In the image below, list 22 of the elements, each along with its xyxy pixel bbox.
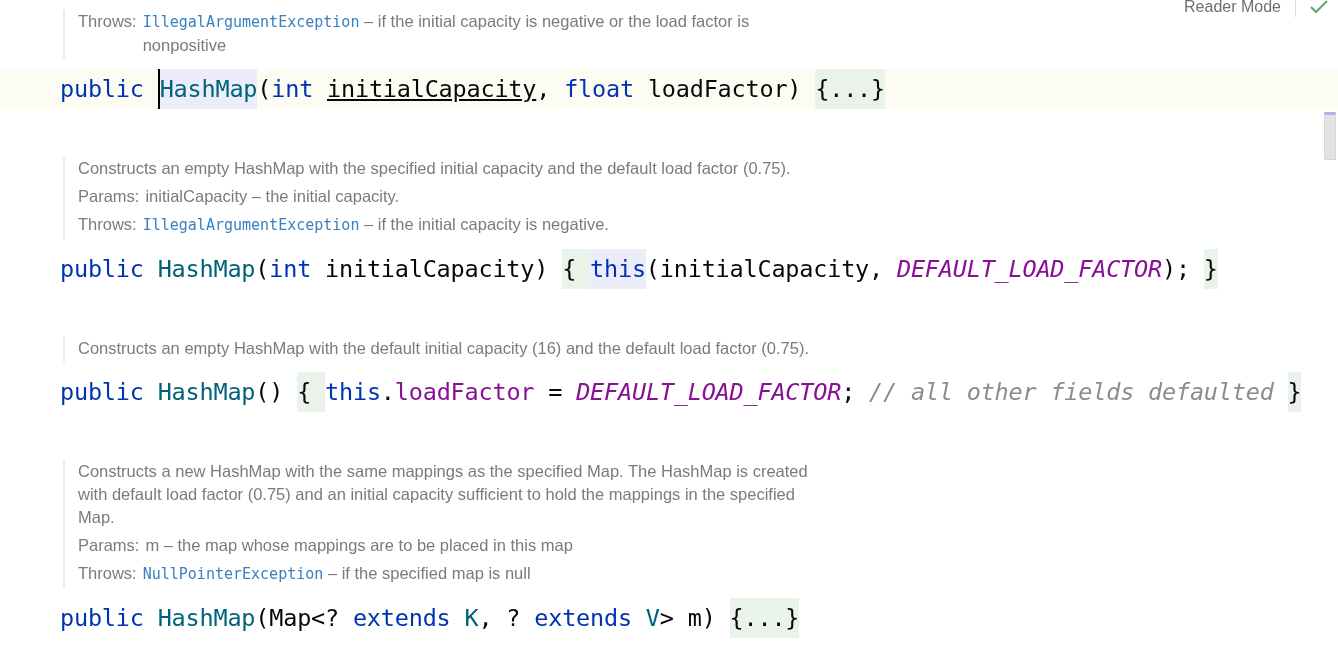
scrollbar-thumb[interactable] bbox=[1324, 112, 1336, 160]
code-line: public HashMap(Map<? extends K, ? extends V> m) {...} bbox=[60, 598, 800, 638]
doc-text: Constructs an empty HashMap with the default initial capacity (16) and the default load factor (0.75). bbox=[78, 338, 810, 359]
reader-mode-label[interactable]: Reader Mode bbox=[1184, 0, 1281, 16]
exception-link[interactable]: NullPointerException bbox=[142, 565, 324, 583]
doc-tag-label: Params: bbox=[78, 535, 140, 556]
code-line: public HashMap(int initialCapacity, float loadFactor) {...} bbox=[60, 69, 885, 109]
exception-link[interactable]: IllegalArgumentException bbox=[142, 13, 360, 31]
doc-text: initialCapacity – the initial capacity. bbox=[145, 186, 401, 207]
exception-link[interactable]: IllegalArgumentException bbox=[142, 216, 360, 234]
doc-tag-label: Throws: bbox=[78, 214, 137, 235]
doc-text: NullPointerException – if the specified map is null bbox=[142, 563, 532, 585]
doc-tag-label: Throws: bbox=[78, 563, 137, 584]
doc-tag-label: Throws: bbox=[78, 11, 137, 32]
doc-text: IllegalArgumentException – if the initial capacity is negative or the load factor is nonpositive bbox=[142, 11, 751, 56]
doc-tag-label: Params: bbox=[78, 186, 140, 207]
doc-text: Constructs a new HashMap with the same mappings as the specified Map. The HashMap is created with default load factor (0.75) and an initial capacity sufficient to hold the mappings in the specified Map. bbox=[78, 461, 809, 528]
code-line: public HashMap() { this.loadFactor = DEFAULT_LOAD_FACTOR; // all other fields defaulted } bbox=[60, 372, 1302, 412]
doc-text: Constructs an empty HashMap with the specified initial capacity and the default load factor (0.75). bbox=[78, 158, 792, 179]
doc-text: m – the map whose mappings are to be placed in this map bbox=[145, 535, 574, 556]
code-line: public HashMap(int initialCapacity) { this(initialCapacity, DEFAULT_LOAD_FACTOR); } bbox=[60, 249, 1218, 289]
doc-text: IllegalArgumentException – if the initial capacity is negative. bbox=[142, 214, 610, 236]
